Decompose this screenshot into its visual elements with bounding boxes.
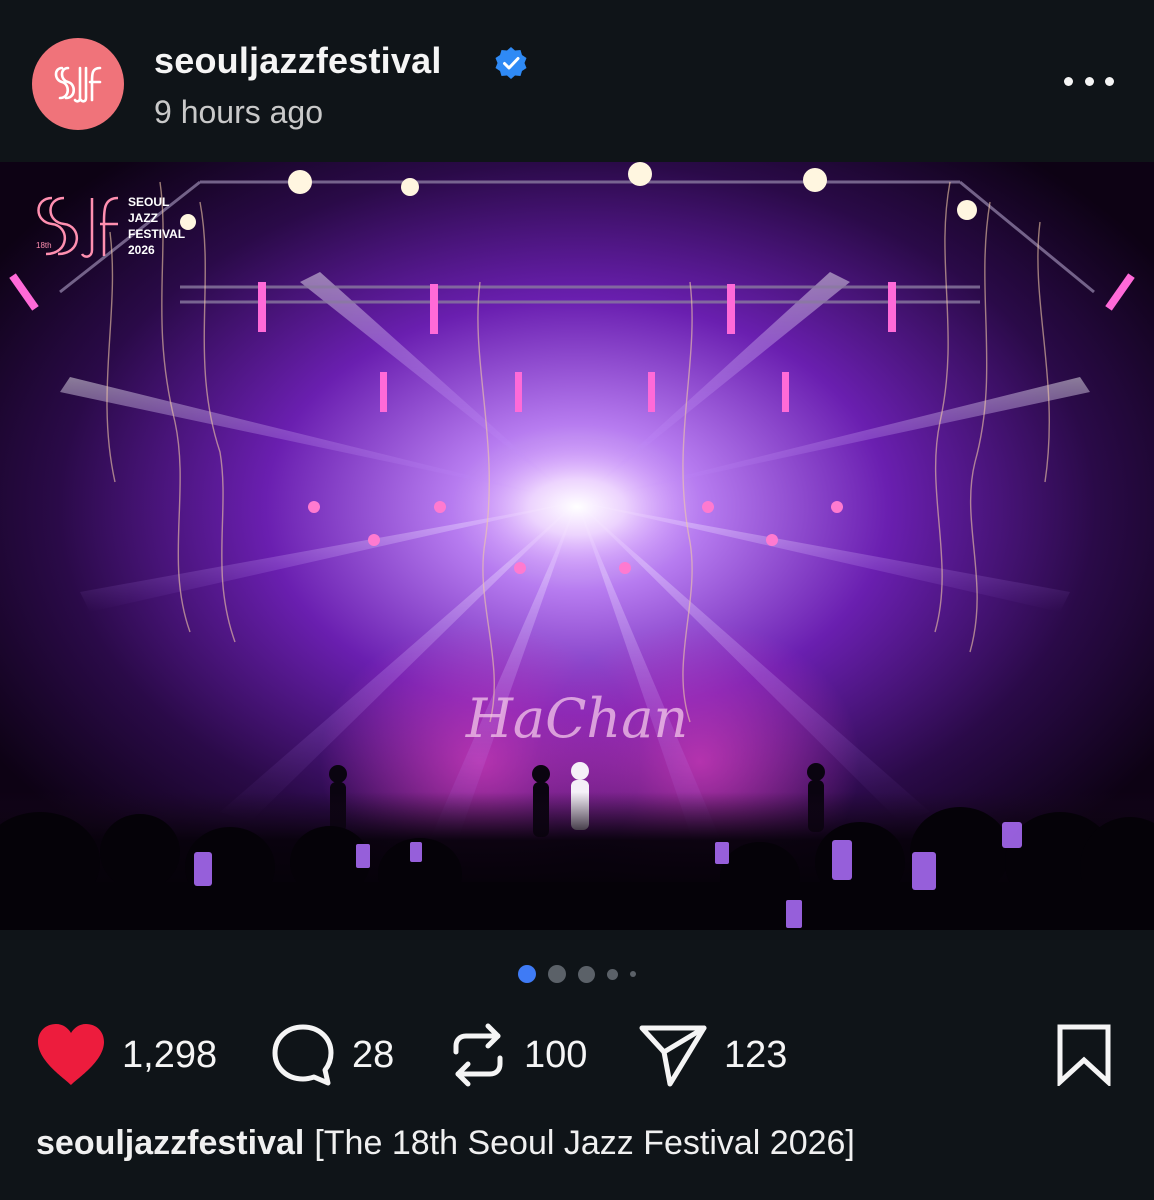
logo-edition: 18th xyxy=(36,241,52,250)
heart-icon xyxy=(38,1024,104,1085)
like-button[interactable]: 1,298 xyxy=(36,1015,217,1095)
post-header: seouljazzfestival 9 hours ago xyxy=(0,0,1154,160)
verified-badge-icon xyxy=(495,47,527,79)
repost-button[interactable]: 100 xyxy=(448,1015,587,1095)
logo-line: FESTIVAL xyxy=(128,227,185,241)
comment-button[interactable]: 28 xyxy=(270,1015,394,1095)
carousel-dot[interactable] xyxy=(548,965,566,983)
carousel-dot[interactable] xyxy=(578,965,595,983)
share-button[interactable]: 123 xyxy=(638,1015,787,1095)
send-icon xyxy=(639,1025,707,1087)
post-caption: seouljazzfestival [The 18th Seoul Jazz Fe… xyxy=(36,1124,1126,1163)
sjf-logo-icon xyxy=(54,66,102,103)
like-count: 1,298 xyxy=(122,1033,218,1076)
carousel-dot[interactable] xyxy=(630,971,636,977)
post-time: 9 hours ago xyxy=(154,94,324,130)
repost-count: 100 xyxy=(524,1033,588,1076)
logo-line: SEOUL xyxy=(128,195,169,209)
repost-icon xyxy=(453,1023,503,1087)
more-options-button[interactable] xyxy=(1064,66,1114,96)
comment-count: 28 xyxy=(352,1033,395,1076)
username[interactable]: seouljazzfestival xyxy=(154,40,442,82)
carousel-dot[interactable] xyxy=(607,968,618,980)
share-count: 123 xyxy=(724,1033,788,1076)
stage-sign: HaChan xyxy=(465,687,688,750)
logo-line: 2026 xyxy=(128,243,155,257)
caption-text: [The 18th Seoul Jazz Festival 2026] xyxy=(314,1124,855,1162)
bookmark-icon xyxy=(1057,1024,1111,1086)
carousel-dot[interactable] xyxy=(518,965,536,983)
logo-line: JAZZ xyxy=(128,211,158,225)
bookmark-button[interactable] xyxy=(1056,1015,1112,1095)
concert-stage-photo: HaChan SEOUL JAZZ FESTIVAL 2026 18th xyxy=(0,162,1154,930)
more-dot-icon xyxy=(1105,76,1114,86)
avatar[interactable] xyxy=(32,38,124,130)
post-actions: 1,298 28 100 123 xyxy=(0,1015,1154,1095)
more-dot-icon xyxy=(1064,76,1073,86)
post-image[interactable]: HaChan SEOUL JAZZ FESTIVAL 2026 18th xyxy=(0,162,1154,930)
carousel-indicator[interactable] xyxy=(0,962,1154,986)
comment-icon xyxy=(272,1024,334,1086)
more-dot-icon xyxy=(1084,76,1094,86)
caption-username[interactable]: seouljazzfestival xyxy=(36,1124,304,1162)
